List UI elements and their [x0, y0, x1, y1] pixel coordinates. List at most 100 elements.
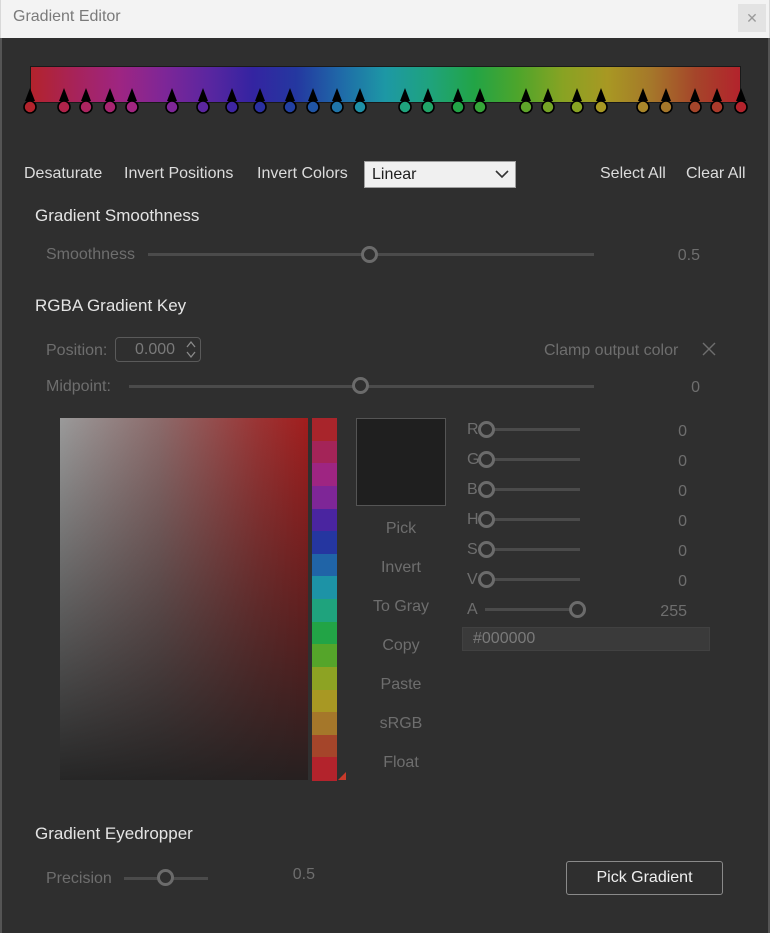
gradient-stop-marker[interactable] — [57, 88, 71, 114]
hue-strip-segment — [312, 531, 337, 555]
select-all-button[interactable]: Select All — [600, 165, 666, 183]
channel-h-slider-knob[interactable] — [478, 511, 495, 528]
hue-strip-segment — [312, 734, 337, 758]
gradient-stop-marker[interactable] — [569, 88, 584, 114]
channel-b-value: 0 — [678, 483, 687, 500]
gradient-stop-marker[interactable] — [306, 88, 320, 114]
midpoint-slider-knob[interactable] — [352, 377, 369, 394]
clamp-output-label: Clamp output color — [544, 342, 679, 359]
close-icon[interactable] — [701, 341, 717, 357]
channel-h-slider-track[interactable] — [487, 518, 580, 521]
gradient-stop-marker[interactable] — [710, 88, 724, 114]
srgb-button[interactable]: sRGB — [356, 715, 446, 733]
gradient-stop-marker[interactable] — [353, 88, 367, 114]
eyedropper-heading: Gradient Eyedropper — [35, 824, 193, 843]
gradient-stop-marker[interactable] — [225, 88, 239, 114]
gradient-stop-marker[interactable] — [165, 88, 179, 114]
gradient-stop-marker[interactable] — [397, 88, 412, 114]
alpha-slider-track[interactable] — [485, 608, 578, 611]
pick-button[interactable]: Pick — [356, 520, 446, 538]
copy-button[interactable]: Copy — [356, 637, 446, 655]
hue-strip-segment — [312, 485, 337, 509]
gradient-stop-marker[interactable] — [659, 88, 674, 114]
clear-all-button[interactable]: Clear All — [686, 165, 746, 183]
window-title: Gradient Editor — [13, 8, 121, 25]
smoothness-value: 0.5 — [677, 247, 700, 264]
channel-r-slider-track[interactable] — [487, 428, 580, 431]
precision-label: Precision — [46, 870, 112, 887]
gradient-stop-marker[interactable] — [688, 88, 703, 114]
invert-button[interactable]: Invert — [356, 559, 446, 577]
invert-positions-button[interactable]: Invert Positions — [124, 165, 233, 183]
gradient-stop-marker[interactable] — [102, 88, 117, 114]
desaturate-button[interactable]: Desaturate — [24, 165, 102, 183]
close-button[interactable]: ✕ — [738, 4, 766, 32]
hue-strip-segment — [312, 644, 337, 668]
gradient-stop-marker[interactable] — [79, 88, 93, 114]
spinner-icon[interactable] — [186, 340, 196, 359]
channel-r-value: 0 — [678, 423, 687, 440]
channel-v-slider-knob[interactable] — [478, 571, 495, 588]
chevron-down-icon — [495, 170, 509, 179]
hex-color-input[interactable]: #000000 — [462, 627, 710, 651]
invert-colors-button[interactable]: Invert Colors — [257, 165, 348, 183]
gradient-stop-marker[interactable] — [196, 88, 211, 114]
alpha-value: 255 — [660, 603, 687, 620]
channel-v-slider-track[interactable] — [487, 578, 580, 581]
saturation-value-palette[interactable] — [60, 418, 308, 780]
precision-value: 0.5 — [292, 866, 315, 883]
gradient-key-heading: RGBA Gradient Key — [35, 296, 187, 315]
gradient-stop-marker[interactable] — [421, 88, 435, 114]
hue-strip-segment — [312, 599, 337, 623]
hue-strip-segment — [312, 666, 337, 690]
position-input[interactable]: 0.000 — [115, 337, 201, 362]
gradient-stop-marker[interactable] — [283, 88, 298, 114]
channel-b-slider-track[interactable] — [487, 488, 580, 491]
paste-button[interactable]: Paste — [356, 676, 446, 694]
gradient-stop-marker[interactable] — [330, 88, 344, 114]
channel-s-slider-knob[interactable] — [478, 541, 495, 558]
pick-gradient-button[interactable]: Pick Gradient — [566, 861, 723, 895]
channel-v-value: 0 — [678, 573, 687, 590]
smoothness-slider-knob[interactable] — [361, 246, 378, 263]
gradient-stop-marker[interactable] — [541, 88, 556, 114]
interpolation-mode-value: Linear — [372, 166, 417, 183]
smoothness-label: Smoothness — [46, 246, 135, 263]
title-bar: Gradient Editor ✕ — [0, 0, 770, 38]
gradient-stop-marker[interactable] — [451, 88, 465, 114]
gradient-stops — [0, 88, 770, 118]
channel-v-label: V — [467, 571, 478, 588]
color-swatch — [356, 418, 446, 506]
hue-strip-segment — [312, 576, 337, 600]
hue-strip-segment — [312, 553, 337, 577]
precision-slider-knob[interactable] — [157, 869, 174, 886]
channel-s-value: 0 — [678, 543, 687, 560]
channel-r-slider-knob[interactable] — [478, 421, 495, 438]
channel-h-value: 0 — [678, 513, 687, 530]
channel-s-slider-track[interactable] — [487, 548, 580, 551]
position-value: 0.000 — [135, 341, 176, 358]
gradient-stop-marker[interactable] — [473, 88, 487, 114]
gradient-stop-marker[interactable] — [253, 88, 268, 114]
channel-r-label: R — [467, 421, 479, 438]
float-button[interactable]: Float — [356, 754, 446, 772]
gradient-stop-marker[interactable] — [23, 88, 37, 114]
gradient-stop-marker[interactable] — [734, 88, 748, 114]
gradient-stop-marker[interactable] — [518, 88, 533, 114]
to-gray-button[interactable]: To Gray — [356, 598, 446, 616]
channel-b-slider-knob[interactable] — [478, 481, 495, 498]
hue-strip[interactable] — [312, 418, 337, 781]
hue-strip-segment — [312, 689, 337, 713]
interpolation-mode-select[interactable]: Linear — [364, 161, 516, 188]
gradient-stop-marker[interactable] — [594, 88, 608, 114]
alpha-label: A — [467, 601, 478, 618]
hue-strip-segment — [312, 418, 337, 442]
gradient-stop-marker[interactable] — [124, 88, 139, 114]
channel-g-slider-track[interactable] — [487, 458, 580, 461]
alpha-slider-knob[interactable] — [569, 601, 586, 618]
hue-strip-segment — [312, 508, 337, 532]
midpoint-label: Midpoint: — [46, 378, 111, 395]
position-label: Position: — [46, 342, 108, 359]
channel-g-slider-knob[interactable] — [478, 451, 495, 468]
gradient-stop-marker[interactable] — [636, 88, 650, 114]
